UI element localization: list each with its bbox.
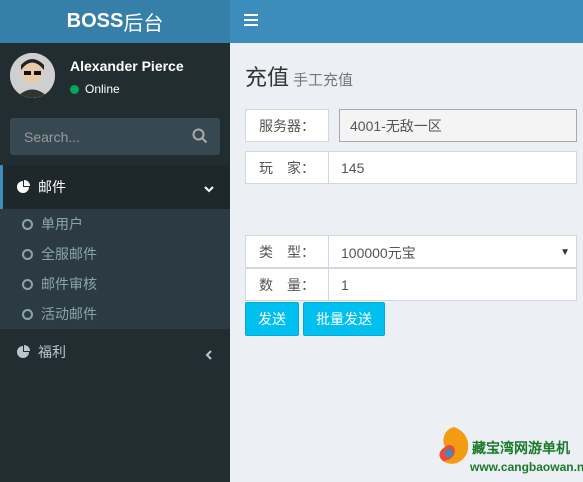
page-subtitle: 手工充值	[293, 72, 354, 89]
circle-icon	[22, 308, 33, 320]
player-input-value: 145	[341, 159, 365, 176]
player-label: 玩 家：	[245, 151, 329, 184]
user-status: Online	[70, 82, 120, 96]
submenu-item-label: 活动邮件	[41, 306, 97, 322]
quantity-input-value: 1	[341, 276, 349, 293]
watermark-line2: www.cangbaowan.net	[470, 460, 583, 474]
quantity-row: 数 量： 1	[245, 268, 577, 301]
server-label: 服务器：	[245, 109, 329, 142]
search-icon[interactable]	[192, 128, 210, 146]
sidebar-item-mail[interactable]: 邮件	[0, 165, 230, 209]
submenu-item-all-server-mail[interactable]: 全服邮件	[0, 239, 230, 269]
app-logo[interactable]: BOSS 后台	[0, 0, 230, 43]
caret-down-icon: ▼	[560, 247, 570, 258]
player-input[interactable]: 145	[329, 151, 577, 184]
sidebar-item-welfare[interactable]: 福利	[0, 330, 230, 374]
server-row: 服务器： 4001-无敌一区	[245, 109, 577, 142]
server-select-value: 4001-无敌一区	[350, 117, 442, 134]
chevron-left-icon	[204, 347, 214, 360]
watermark-logo-icon	[439, 427, 469, 464]
search-input[interactable]	[10, 118, 180, 155]
pie-chart-icon	[16, 180, 30, 194]
chevron-down-icon	[204, 181, 214, 193]
avatar	[10, 53, 55, 98]
quantity-input[interactable]: 1	[329, 268, 577, 301]
logo-rest: 后台	[123, 13, 164, 35]
circle-icon	[22, 218, 33, 230]
circle-icon	[22, 248, 33, 260]
type-select-value: 100000元宝	[341, 244, 416, 261]
submenu-item-single-user[interactable]: 单用户	[0, 209, 230, 239]
submenu-item-label: 单用户	[41, 216, 83, 232]
user-panel: Alexander Pierce Online	[10, 53, 220, 103]
menu-toggle-icon[interactable]	[244, 14, 258, 26]
batch-send-button[interactable]: 批量发送	[303, 302, 385, 336]
logo-bold: BOSS	[66, 10, 124, 32]
sidebar: BOSS 后台 Alexander Pierce Online Search..…	[0, 0, 230, 482]
watermark: 藏宝湾网游单机 www.cangbaowan.net	[430, 420, 583, 480]
mail-submenu: 单用户 全服邮件 邮件审核 活动邮件	[0, 209, 230, 329]
submenu-item-label: 邮件审核	[41, 276, 97, 292]
type-row: 类 型： 100000元宝 ▼	[245, 235, 577, 268]
sidebar-item-welfare-label: 福利	[38, 344, 66, 360]
top-navbar	[230, 0, 583, 43]
page-title: 充值 手工充值	[245, 60, 353, 92]
type-select[interactable]: 100000元宝 ▼	[329, 235, 577, 268]
user-name: Alexander Pierce	[70, 58, 184, 74]
sidebar-item-mail-label: 邮件	[38, 179, 66, 195]
page-title-text: 充值	[245, 65, 290, 90]
player-row: 玩 家： 145	[245, 151, 577, 184]
online-dot-icon	[70, 84, 79, 94]
watermark-line1: 藏宝湾网游单机	[472, 440, 570, 456]
send-button[interactable]: 发送	[245, 302, 299, 336]
user-status-label: Online	[85, 82, 120, 96]
pie-chart-icon	[16, 345, 30, 359]
submenu-item-event-mail[interactable]: 活动邮件	[0, 299, 230, 329]
type-label: 类 型：	[245, 235, 329, 268]
server-select[interactable]: 4001-无敌一区	[339, 109, 577, 142]
quantity-label: 数 量：	[245, 268, 329, 301]
sidebar-search	[10, 118, 220, 155]
submenu-item-label: 全服邮件	[41, 246, 97, 262]
circle-icon	[22, 278, 33, 290]
submenu-item-mail-review[interactable]: 邮件审核	[0, 269, 230, 299]
